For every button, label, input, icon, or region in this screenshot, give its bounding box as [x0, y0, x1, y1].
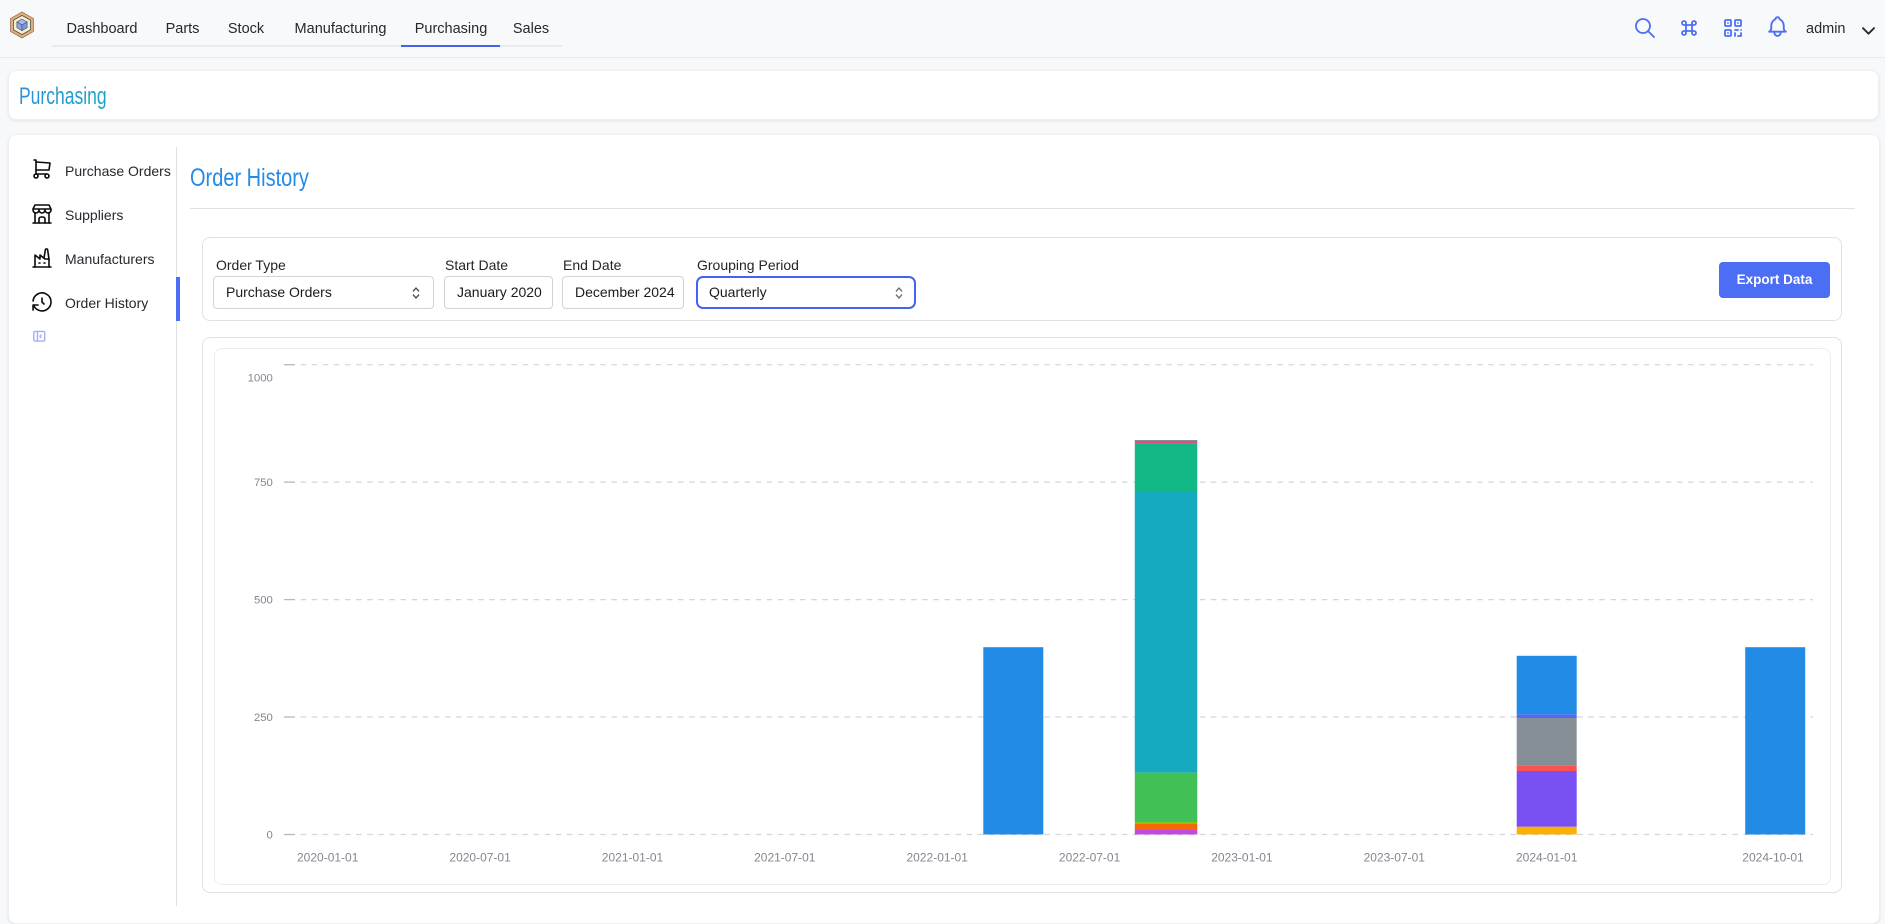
- svg-text:2022-07-01: 2022-07-01: [1059, 851, 1121, 865]
- svg-text:2024-01-01: 2024-01-01: [1516, 851, 1578, 865]
- svg-text:1000: 1000: [248, 372, 273, 384]
- svg-text:250: 250: [254, 712, 273, 724]
- svg-text:2023-01-01: 2023-01-01: [1211, 851, 1273, 865]
- svg-text:2024-10-01: 2024-10-01: [1742, 851, 1804, 865]
- svg-text:2023-07-01: 2023-07-01: [1364, 851, 1426, 865]
- svg-text:500: 500: [254, 595, 273, 607]
- svg-text:2021-07-01: 2021-07-01: [754, 851, 816, 865]
- svg-text:2020-07-01: 2020-07-01: [449, 851, 511, 865]
- svg-text:2021-01-01: 2021-01-01: [602, 851, 664, 865]
- svg-text:750: 750: [254, 477, 273, 489]
- svg-text:0: 0: [267, 830, 273, 842]
- svg-text:2022-01-01: 2022-01-01: [907, 851, 969, 865]
- svg-text:2020-01-01: 2020-01-01: [297, 851, 359, 865]
